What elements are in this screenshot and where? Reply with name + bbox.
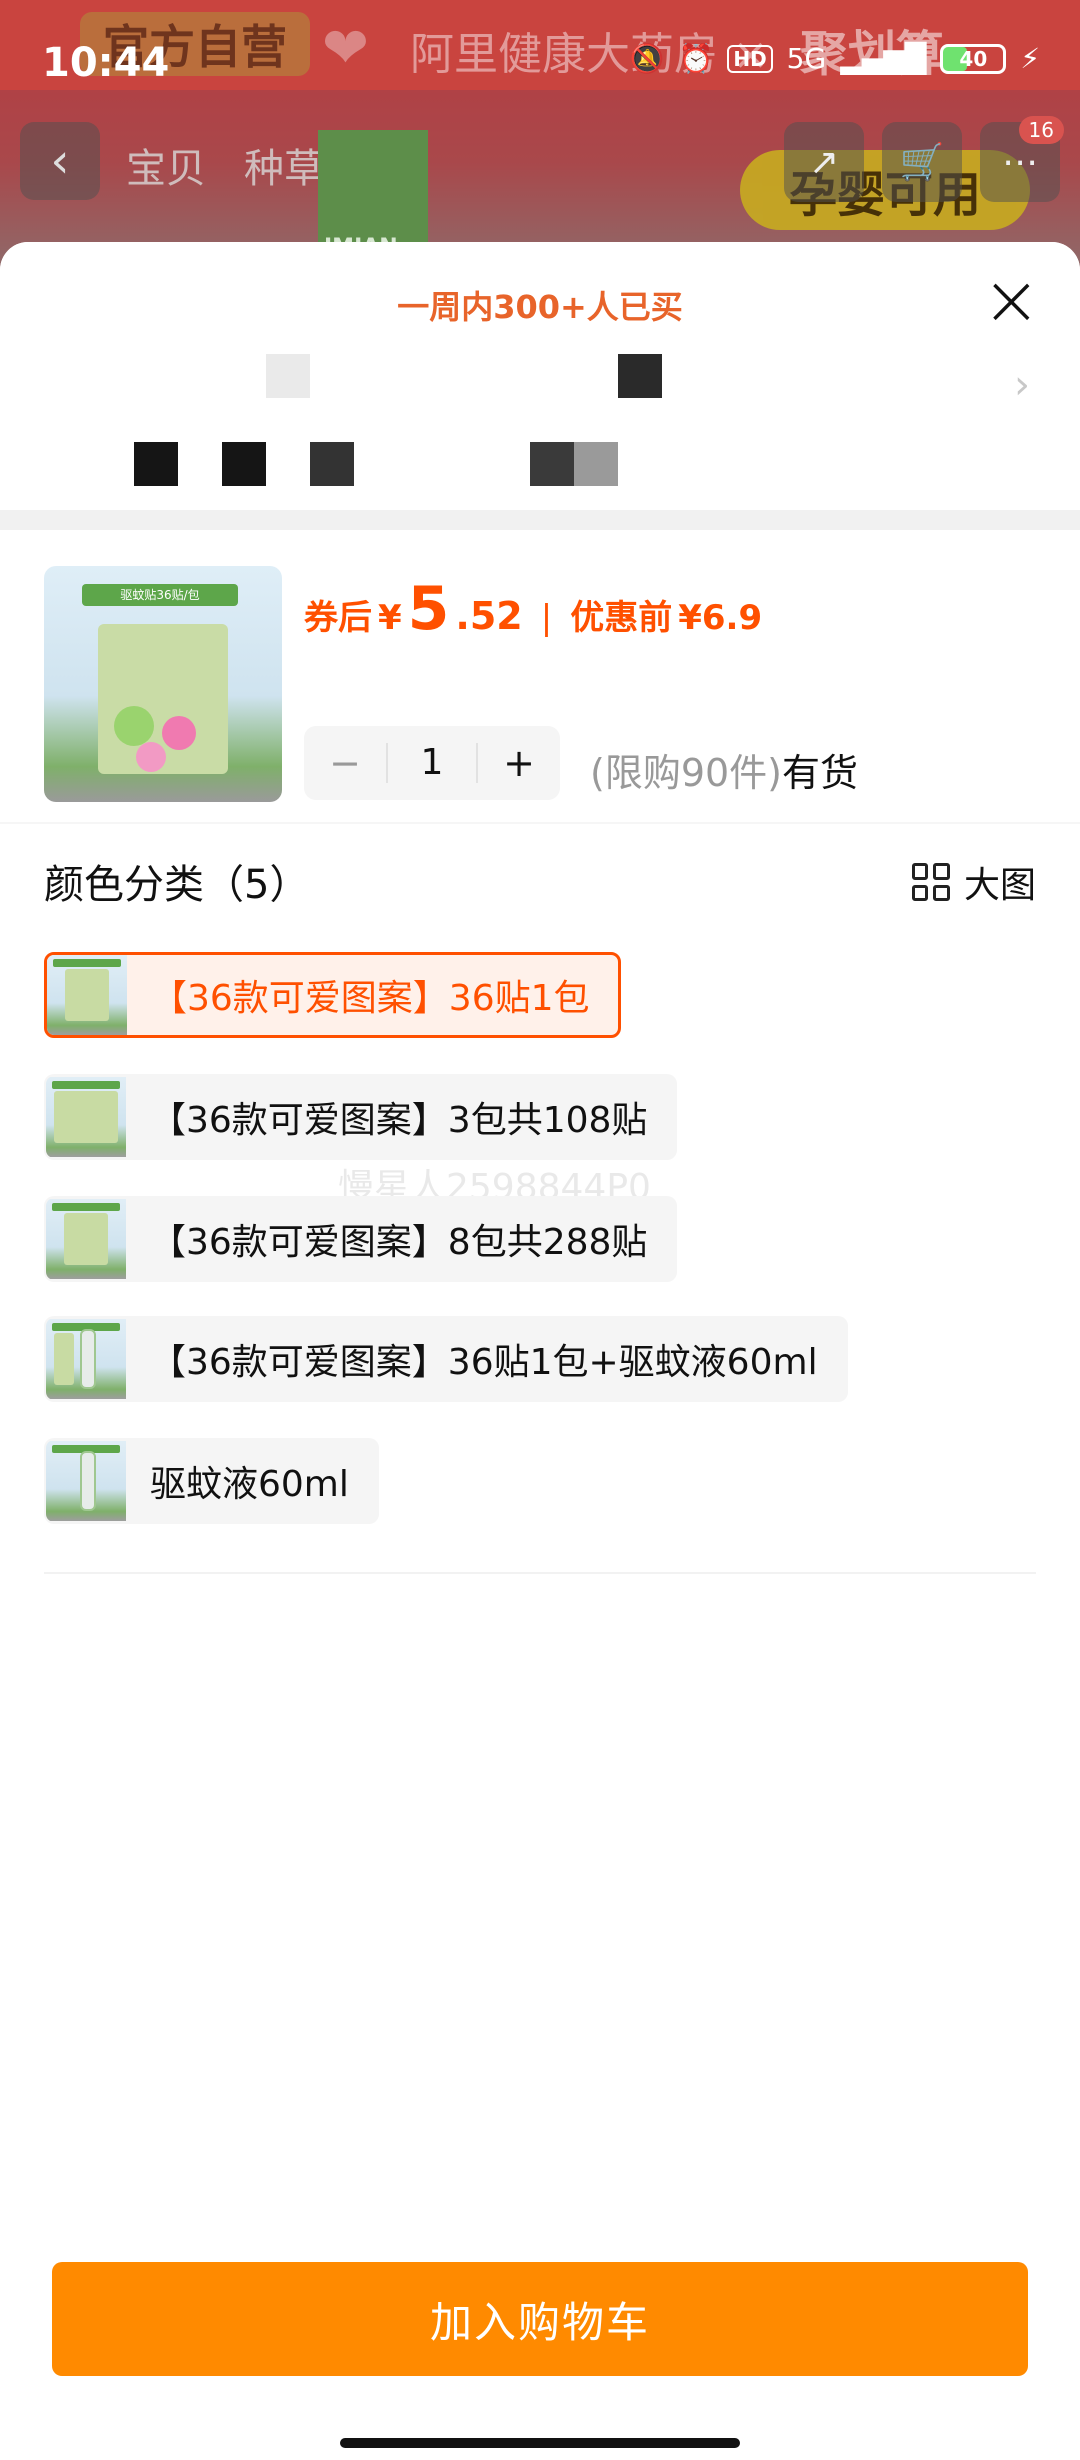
purchase-count-text: 一周内300+人已买 [397,288,683,326]
variant-label: 驱蚊液60ml [150,1464,349,1505]
variants-title: 颜色分类（5） [44,862,310,908]
variant-thumbnail [46,1077,126,1157]
big-view-label: 大图 [963,865,1036,906]
price-prefix: 券后 [304,598,372,638]
hd-icon: HD [727,44,773,73]
divider [44,1572,1036,1574]
variants-header: 颜色分类（5） 大图 [44,852,1036,912]
price-before-value: ¥6.9 [678,598,763,638]
mosaic-block [310,442,354,486]
increase-button[interactable]: + [478,741,560,785]
add-to-cart-button[interactable]: 加入购物车 [52,2262,1028,2376]
variant-thumbnail [46,1199,126,1279]
tab-reviews[interactable]: 种草 [244,136,324,194]
tab-item[interactable]: 宝贝 [126,136,206,194]
divider [0,822,1080,824]
status-time: 10:44 [42,40,170,86]
status-icons: 🔕 ⏰ HD 5G ▂▄▆█ 40 ⚡ [630,42,1040,75]
quantity-stepper: − 1 + [304,726,560,800]
big-view-button[interactable]: 大图 [911,856,1036,908]
variant-option-5[interactable]: 驱蚊液60ml [44,1438,379,1524]
variant-thumbnail [46,1319,126,1399]
thumbnail-label: 驱蚊贴36贴/包 [82,584,238,606]
price-before-label: 优惠前 [570,598,673,638]
mosaic-block [266,354,310,398]
status-bar: 10:44 🔕 ⏰ HD 5G ▂▄▆█ 40 ⚡ [0,0,1080,130]
charging-icon: ⚡ [1020,42,1040,75]
cart-icon[interactable]: 🛒 [882,122,962,202]
mosaic-block [618,354,662,398]
variant-label: 【36款可爱图案】3包共108贴 [150,1100,648,1141]
variant-thumbnail [47,955,127,1035]
share-icon[interactable]: ↗ [784,122,864,202]
variant-label: 【36款可爱图案】8包共288贴 [150,1222,648,1263]
mosaic-block [530,442,574,486]
price-line: 券后 ¥5.52 | 优惠前 ¥6.9 [304,574,762,644]
signal-icon: ▂▄▆█ [840,42,927,75]
home-indicator[interactable] [340,2438,740,2448]
price-integer: 5 [407,574,450,644]
grid-icon [911,863,950,901]
stock-info: (限购90件)有货 [590,742,858,797]
variant-option-3[interactable]: 【36款可爱图案】8包共288贴 [44,1196,678,1282]
selected-product-summary: 驱蚊贴36贴/包 券后 ¥5.52 | 优惠前 ¥6.9 − 1 + (限购90… [0,530,1080,820]
variant-label: 【36款可爱图案】36贴1包 [151,978,590,1019]
sticker-dot [136,742,166,772]
section-divider [0,510,1080,530]
battery-icon: 40 [940,43,1007,74]
variant-option-2[interactable]: 【36款可爱图案】3包共108贴 [44,1074,678,1160]
mosaic-block [574,442,618,486]
variant-option-4[interactable]: 【36款可爱图案】36贴1包+驱蚊液60ml [44,1316,848,1402]
close-icon[interactable]: × [982,265,1041,335]
back-button[interactable]: ‹ [20,122,100,200]
mosaic-block [134,442,178,486]
variant-thumbnail [46,1441,126,1521]
mosaic-block [222,442,266,486]
purchase-limit: (限购90件) [590,751,783,795]
product-thumbnail[interactable]: 驱蚊贴36贴/包 [44,566,282,802]
currency-symbol: ¥ [378,598,402,638]
variant-option-1[interactable]: 【36款可爱图案】36贴1包 [44,952,621,1038]
variant-label: 【36款可爱图案】36贴1包+驱蚊液60ml [150,1342,818,1383]
decrease-button[interactable]: − [304,741,386,785]
sku-bottom-sheet: 一周内300+人已买 × › 驱蚊贴36贴/包 券后 ¥5.52 | 优惠前 ¥… [0,242,1080,2460]
mute-icon: 🔕 [629,42,665,75]
price-separator: | [540,598,553,638]
chevron-right-icon[interactable]: › [1014,362,1030,408]
sheet-header: 一周内300+人已买 × › [0,242,1080,510]
more-icon[interactable]: ⋯ 16 [980,116,1064,202]
stock-status: 有货 [782,751,859,795]
sticker-dot [114,706,154,746]
alarm-icon: ⏰ [678,42,714,75]
quantity-input[interactable]: 1 [386,743,478,783]
network-label: 5G [786,42,827,75]
price-decimal: .52 [455,594,523,638]
sticker-dot [162,716,196,750]
background-tabs: 宝贝 种草 [126,136,324,194]
background-actions: ↗ 🛒 ⋯ 16 [784,116,1064,202]
